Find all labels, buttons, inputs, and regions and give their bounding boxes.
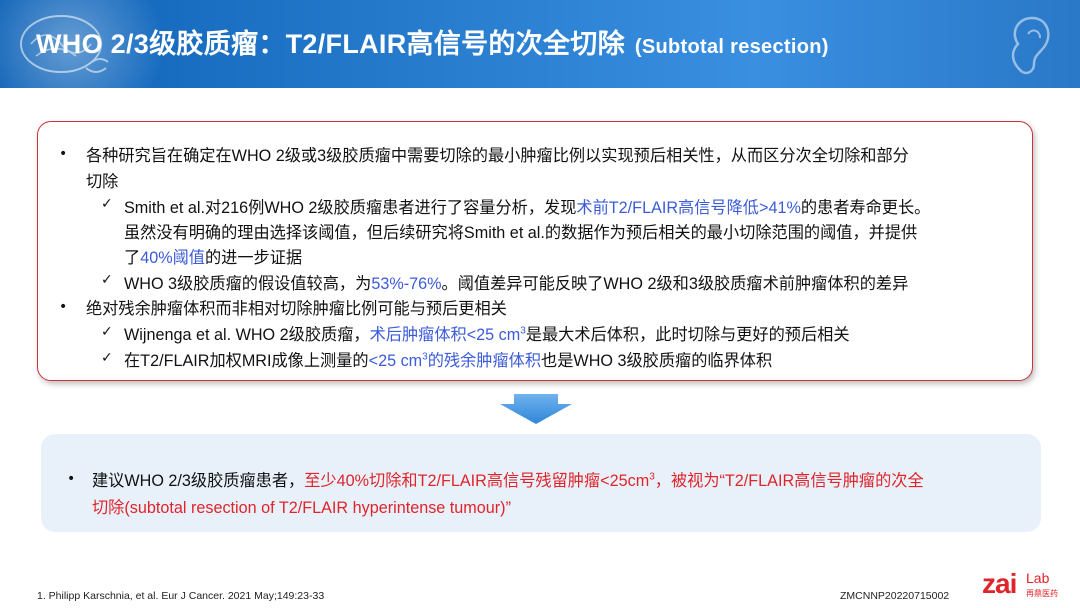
check-4-text: 在T2/FLAIR加权MRI成像上测量的 — [124, 352, 369, 370]
check-1-line-3: 了40%阈值的进一步证据 — [124, 244, 302, 268]
check-1-line-3-post: 的进一步证据 — [204, 249, 303, 267]
zai-lab-logo: zai Lab 再鼎医药 — [982, 568, 1062, 602]
recommendation-highlight: 至少40%切除和T2/FLAIR高信号残留肿瘤<25cm3，被视为“T2/FLA… — [304, 472, 923, 490]
check-3-text: Wijnenga et al. WHO 2级胶质瘤， — [124, 326, 370, 344]
ear-icon — [1011, 16, 1050, 75]
recommendation-highlight-end: ，被视为“T2/FLAIR高信号肿瘤的次全 — [654, 472, 924, 490]
logo-cn: 再鼎医药 — [1026, 589, 1058, 598]
title-banner: WHO 2/3级胶质瘤：T2/FLAIR高信号的次全切除 (Subtotal re… — [0, 0, 1080, 88]
down-arrow-icon — [500, 394, 572, 424]
reference-citation: 1. Philipp Karschnia, et al. Eur J Cance… — [37, 590, 325, 602]
bullet-1-line-1: 各种研究旨在确定在WHO 2级或3级胶质瘤中需要切除的最小肿瘤比例以实现预后相关… — [86, 147, 909, 165]
check-4-highlight-2: 的残余肿瘤体积 — [427, 352, 542, 370]
bullet-icon: • — [59, 146, 68, 162]
recommendation-line-1: 建议WHO 2/3级胶质瘤患者，至少40%切除和T2/FLAIR高信号残留肿瘤<… — [92, 467, 924, 491]
page-title-sub: (Subtotal resection) — [634, 36, 829, 58]
check-1-line-2: 虽然没有明确的理由选择该阈值，但后续研究将Smith et al.的数据作为预后… — [124, 224, 918, 242]
check-2-line: WHO 3级胶质瘤的假设值较高，为53%-76%。阈值差异可能反映了WHO 2级… — [124, 270, 908, 294]
check-icon: ✓ — [101, 272, 113, 288]
check-1-line-3-pre: 了 — [124, 249, 141, 267]
check-3-line: Wijnenga et al. WHO 2级胶质瘤，术后肿瘤体积<25 cm3是… — [124, 321, 850, 345]
check-4-highlight: <25 cm3的残余肿瘤体积 — [369, 352, 541, 370]
check-icon: ✓ — [101, 350, 113, 366]
bullet-icon: • — [67, 471, 76, 487]
check-2-text-end: 。阈值差异可能反映了WHO 2级和3级胶质瘤术前肿瘤体积的差异 — [441, 275, 909, 293]
check-2-text: WHO 3级胶质瘤的假设值较高，为 — [124, 275, 372, 293]
check-1-line-1: Smith et al.对216例WHO 2级胶质瘤患者进行了容量分析，发现术前… — [124, 194, 930, 218]
check-1-highlight: 术前T2/FLAIR高信号降低>41% — [576, 199, 801, 217]
check-icon: ✓ — [101, 196, 113, 212]
check-3-highlight: 术后肿瘤体积<25 cm3 — [370, 326, 526, 344]
recommendation-line-2: 切除(subtotal resection of T2/FLAIR hyperi… — [92, 499, 511, 517]
bullet-1-line-2: 切除 — [86, 173, 119, 191]
document-code: ZMCNNP20220715002 — [840, 590, 950, 602]
page-title-main: WHO 2/3级胶质瘤：T2/FLAIR高信号的次全切除 — [36, 29, 625, 59]
recommendation-text: 建议WHO 2/3级胶质瘤患者， — [92, 472, 305, 490]
check-2-highlight: 53%-76% — [371, 275, 442, 293]
check-4-text-end: 也是WHO 3级胶质瘤的临界体积 — [541, 352, 773, 370]
bullet-icon: • — [59, 299, 68, 315]
check-1-text-end: 的患者寿命更长。 — [800, 199, 931, 217]
logo-lab: Lab — [1026, 570, 1050, 586]
bullet-2-line: 绝对残余肿瘤体积而非相对切除肿瘤比例可能与预后更相关 — [86, 300, 507, 318]
check-1-text: Smith et al.对216例WHO 2级胶质瘤患者进行了容量分析，发现 — [124, 199, 577, 217]
check-3-highlight-text: 术后肿瘤体积<25 cm — [369, 326, 521, 344]
check-4-highlight-1: <25 cm — [368, 352, 423, 370]
logo-zai: zai — [982, 568, 1017, 599]
check-icon: ✓ — [101, 324, 113, 340]
recommendation-highlight-text: 至少40%切除和T2/FLAIR高信号残留肿瘤<25cm — [304, 472, 650, 490]
check-1-line-3-highlight: 40%阈值 — [140, 249, 205, 267]
check-3-text-end: 是最大术后体积，此时切除与更好的预后相关 — [525, 326, 850, 344]
page-title: WHO 2/3级胶质瘤：T2/FLAIR高信号的次全切除 (Subtotal re… — [36, 22, 829, 61]
check-4-line: 在T2/FLAIR加权MRI成像上测量的<25 cm3的残余肿瘤体积也是WHO … — [124, 347, 772, 371]
